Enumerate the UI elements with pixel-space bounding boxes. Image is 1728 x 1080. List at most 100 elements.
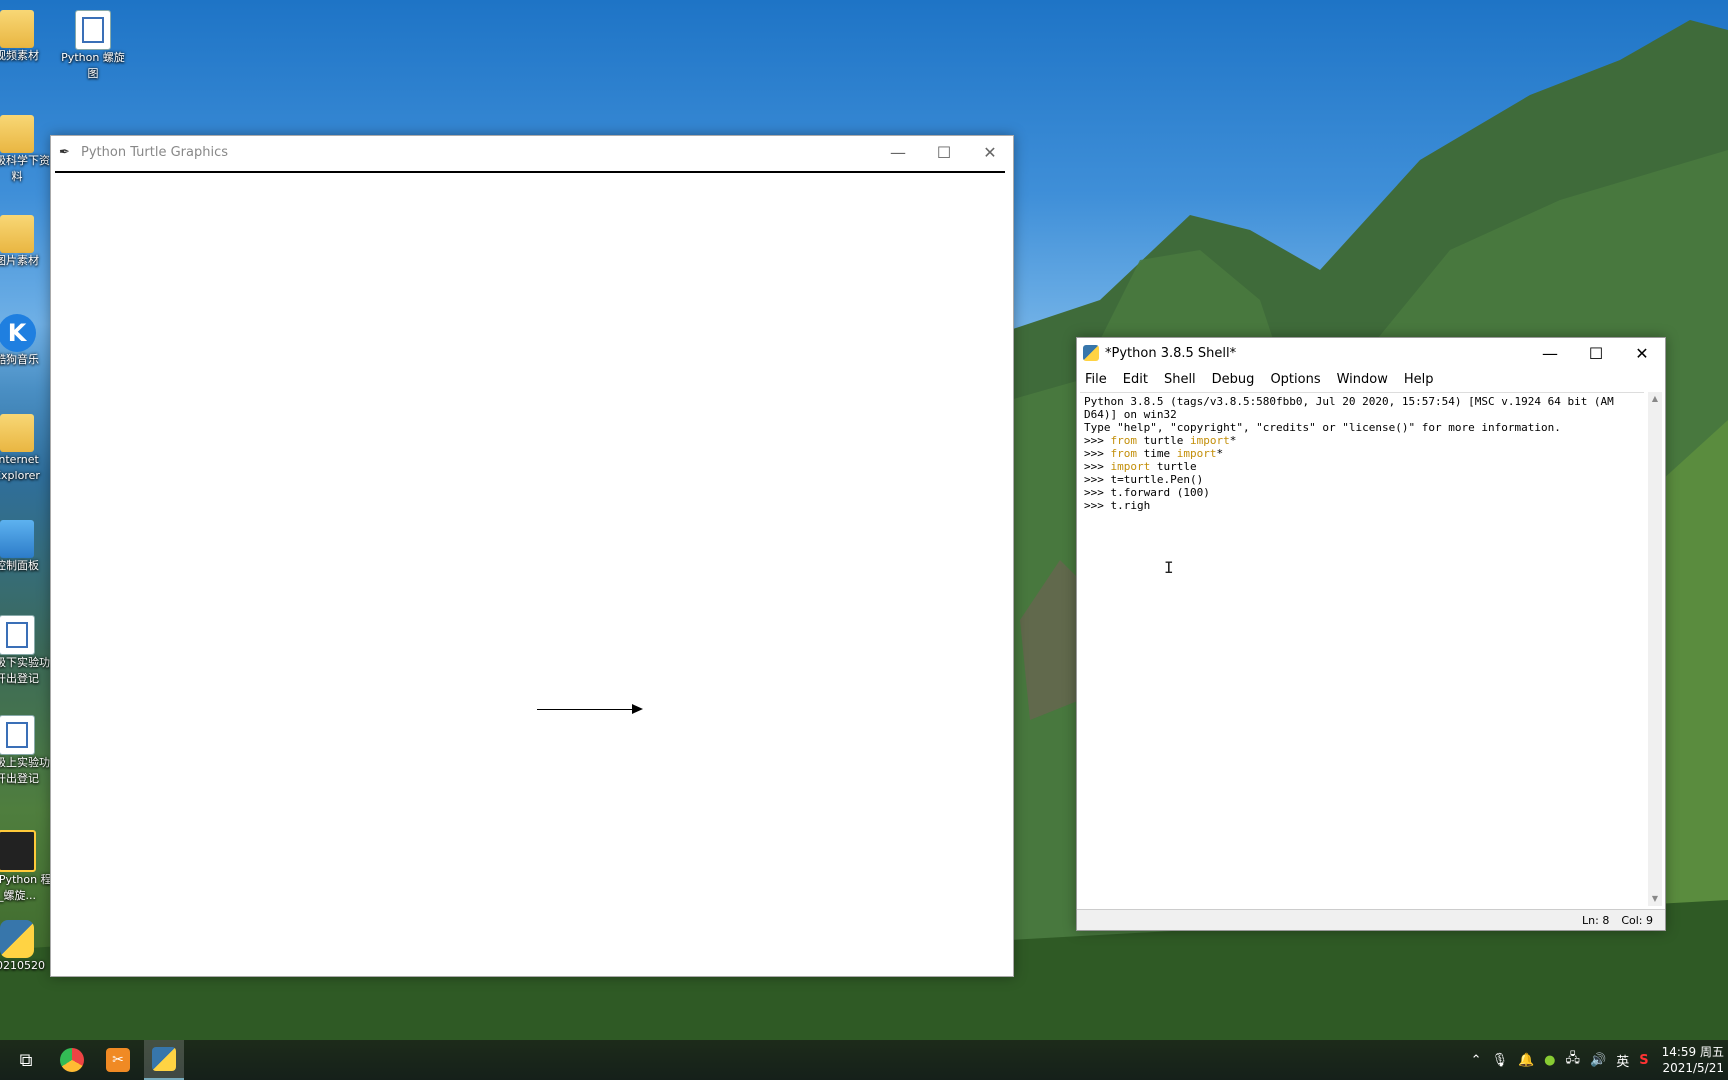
system-tray: ⌃ 🎙 🔔 ● 🖧 🔊 英 S 14:59 周五 2021/5/21 — [1466, 1040, 1728, 1080]
desktop-icon-control-panel[interactable]: 控制面板 — [0, 520, 52, 574]
scissors-icon: ✂ — [106, 1048, 130, 1072]
keyword: import — [1176, 447, 1217, 460]
desktop-icon-label: 视频素材 — [0, 49, 39, 62]
turtle-arrow-icon — [632, 704, 643, 714]
desktop-icon-internet-explorer[interactable]: Internet Explorer — [0, 414, 52, 484]
menu-window[interactable]: Window — [1329, 372, 1396, 387]
shell-text-area[interactable]: Python 3.8.5 (tags/v3.8.5:580fbb0, Jul 2… — [1080, 392, 1644, 906]
code-text: * — [1216, 447, 1224, 460]
microphone-icon[interactable]: 🎙 — [1491, 1053, 1508, 1068]
maximize-button[interactable]: ☐ — [1573, 338, 1619, 368]
menu-file[interactable]: File — [1077, 372, 1115, 387]
turtle-window-titlebar[interactable]: ✒ Python Turtle Graphics — ☐ ✕ — [51, 136, 1013, 169]
shell-statusbar: Ln: 8 Col: 9 — [1077, 909, 1665, 930]
desktop-icon-label: 控制面板 — [0, 559, 39, 572]
text-cursor-icon: I — [1164, 558, 1174, 577]
turtle-canvas[interactable] — [55, 171, 1005, 973]
shell-command-line: >>> t.righ — [1084, 499, 1640, 512]
shell-prompt: >>> — [1084, 473, 1111, 486]
desktop-icon-label: Internet Explorer — [0, 453, 40, 482]
minimize-button[interactable]: — — [1527, 338, 1573, 368]
clock[interactable]: 14:59 周五 2021/5/21 — [1662, 1044, 1724, 1076]
shell-menubar: File Edit Shell Debug Options Window Hel… — [1077, 368, 1665, 390]
desktop-icon-python-spiral-doc[interactable]: Python 螺旋图 — [58, 10, 128, 82]
desktop-icon-kugou[interactable]: K 酷狗音乐 — [0, 314, 52, 368]
status-column-number: Col: 9 — [1621, 913, 1653, 927]
control-panel-icon — [0, 520, 34, 558]
desktop-icon-lab-register-upper[interactable]: 年级上实验功开出登记 — [0, 715, 52, 787]
menu-debug[interactable]: Debug — [1204, 372, 1263, 387]
input-language[interactable]: 英 — [1616, 1051, 1629, 1070]
taskbar-python-button[interactable] — [144, 1040, 184, 1080]
desktop-icon-label: 酷狗音乐 — [0, 353, 39, 366]
feather-icon: ✒ — [59, 144, 70, 160]
python-idle-icon — [152, 1047, 176, 1071]
kugou-icon: K — [0, 314, 36, 352]
desktop-icon-science-folder[interactable]: 年级科学下资料 — [0, 115, 52, 185]
close-button[interactable]: ✕ — [967, 136, 1013, 169]
network-icon[interactable]: 🖧 — [1566, 1049, 1581, 1071]
word-doc-icon — [0, 615, 35, 655]
scroll-up-icon[interactable]: ▲ — [1648, 392, 1662, 406]
keyword: from — [1110, 434, 1138, 447]
shell-command-line: >>> t.forward (100) — [1084, 486, 1640, 499]
shell-output-line: Type "help", "copyright", "credits" or "… — [1084, 421, 1561, 434]
shell-window-titlebar[interactable]: *Python 3.8.5 Shell* — ☐ ✕ — [1077, 338, 1665, 368]
menu-help[interactable]: Help — [1396, 372, 1442, 387]
shell-command-line: >>> t=turtle.Pen() — [1084, 473, 1640, 486]
desktop-icon-label: 图片素材 — [0, 254, 39, 267]
desktop-icon-images-folder[interactable]: 图片素材 — [0, 215, 52, 269]
keyword: import — [1189, 434, 1230, 447]
taskbar-screenshot-button[interactable]: ✂ — [98, 1040, 138, 1080]
python-shell-window[interactable]: *Python 3.8.5 Shell* — ☐ ✕ File Edit She… — [1076, 337, 1666, 931]
maximize-button[interactable]: ☐ — [921, 136, 967, 169]
turtle-graphics-window[interactable]: ✒ Python Turtle Graphics — ☐ ✕ — [50, 135, 1014, 977]
notification-bell-icon[interactable]: 🔔 — [1518, 1053, 1534, 1068]
vertical-scrollbar[interactable]: ▲ ▼ — [1648, 392, 1662, 906]
menu-shell[interactable]: Shell — [1156, 372, 1204, 387]
menu-options[interactable]: Options — [1262, 372, 1328, 387]
word-doc-icon — [0, 715, 35, 755]
minimize-button[interactable]: — — [875, 136, 921, 169]
code-text: turtle — [1150, 460, 1197, 473]
desktop-icon-lab-register-lower[interactable]: 年级下实验功开出登记 — [0, 615, 52, 687]
folder-icon — [0, 215, 34, 253]
code-text: t=turtle.Pen() — [1110, 473, 1204, 486]
keyword: import — [1110, 460, 1151, 473]
shell-window-title: *Python 3.8.5 Shell* — [1105, 345, 1237, 361]
shell-prompt: >>> — [1084, 486, 1111, 499]
shell-output-line: Python 3.8.5 (tags/v3.8.5:580fbb0, Jul 2… — [1084, 395, 1614, 408]
shell-output-line: D64)] on win32 — [1084, 408, 1177, 421]
desktop-icon-python-file[interactable]: 20210520 — [0, 920, 52, 974]
task-view-button[interactable]: ⧉ — [6, 1040, 46, 1080]
status-line-number: Ln: 8 — [1582, 913, 1610, 927]
desktop-icon-label: 年级下实验功开出登记 — [0, 656, 50, 685]
browser-icon — [60, 1048, 84, 1072]
code-text: turtle — [1137, 434, 1190, 447]
code-text: time — [1137, 447, 1177, 460]
sogou-ime-icon[interactable]: S — [1639, 1053, 1648, 1068]
word-doc-icon — [75, 10, 111, 50]
chevron-up-icon[interactable]: ⌃ — [1471, 1053, 1482, 1068]
folder-icon — [0, 10, 34, 48]
folder-icon — [0, 115, 34, 153]
menu-edit[interactable]: Edit — [1115, 372, 1156, 387]
shell-prompt: >>> — [1084, 460, 1111, 473]
scroll-down-icon[interactable]: ▼ — [1648, 892, 1662, 906]
folder-icon — [0, 414, 34, 452]
shell-command-line: >>> from turtle import* — [1084, 434, 1640, 447]
app-tray-icon[interactable]: ● — [1544, 1053, 1555, 1068]
taskbar-browser-button[interactable] — [52, 1040, 92, 1080]
python-idle-icon — [1083, 345, 1099, 361]
shell-prompt: >>> — [1084, 447, 1111, 460]
volume-icon[interactable]: 🔊 — [1590, 1053, 1606, 1068]
clock-time: 14:59 周五 — [1661, 1045, 1724, 1059]
taskbar: ⧉ ✂ ⌃ 🎙 🔔 ● 🖧 🔊 英 S 14:59 周五 2021/5/21 — [0, 1040, 1728, 1080]
code-text: * — [1229, 434, 1237, 447]
desktop-icon-label: Python 螺旋图 — [61, 51, 125, 80]
close-button[interactable]: ✕ — [1619, 338, 1665, 368]
clock-date: 2021/5/21 — [1662, 1061, 1724, 1075]
desktop-icon-python-video[interactable]: 悪_Python 程_螺旋... — [0, 830, 52, 904]
desktop-icon-video-folder[interactable]: 视频素材 — [0, 10, 52, 64]
code-text: t.forward (100) — [1110, 486, 1210, 499]
